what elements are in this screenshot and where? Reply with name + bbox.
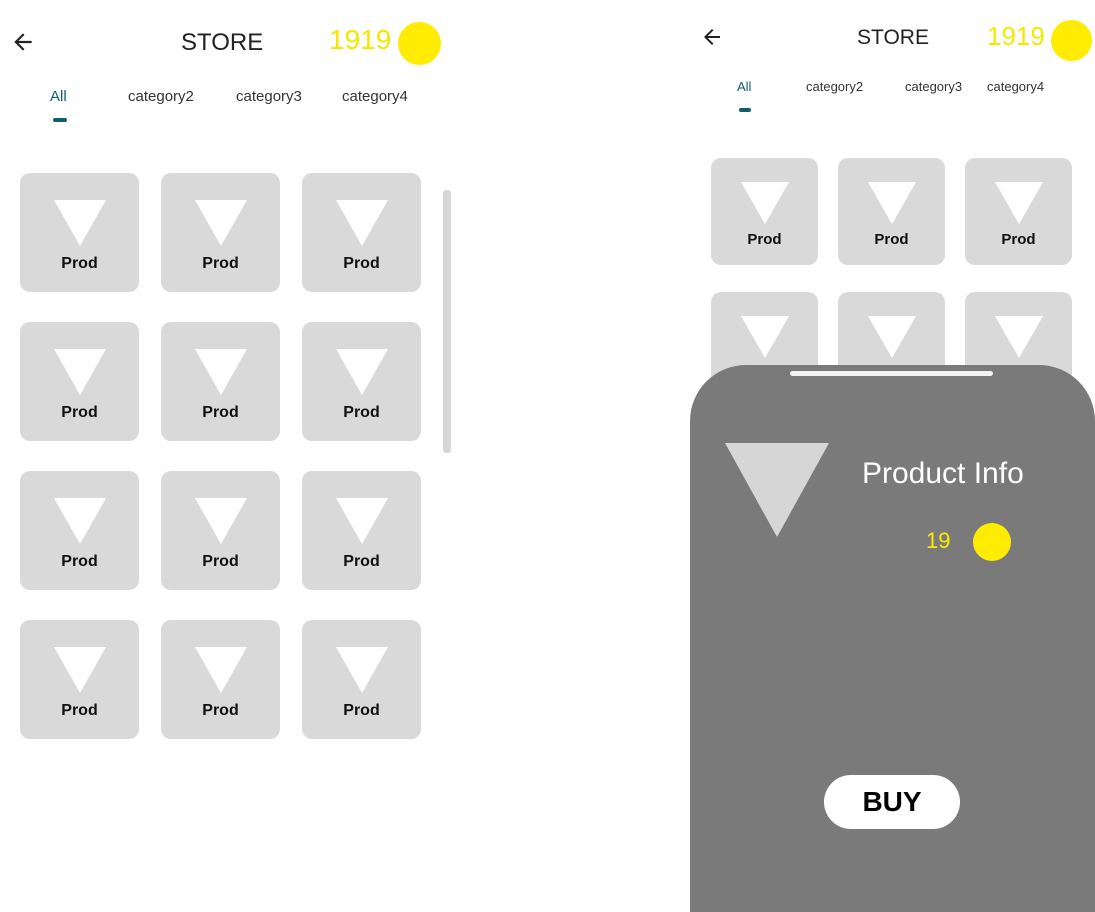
back-arrow-icon[interactable]	[700, 25, 724, 49]
tab-indicator	[739, 108, 751, 112]
product-card[interactable]: Prod	[302, 322, 421, 441]
triangle-down-icon	[194, 349, 247, 395]
scrollbar[interactable]	[443, 190, 451, 453]
triangle-down-icon	[994, 316, 1043, 358]
coin-icon	[973, 523, 1011, 561]
tab-category2[interactable]: category2	[128, 88, 194, 105]
product-label: Prod	[202, 553, 239, 570]
triangle-down-icon	[740, 316, 789, 358]
product-card[interactable]: Prod	[711, 158, 818, 265]
tab-category3[interactable]: category3	[905, 79, 962, 94]
product-label: Prod	[61, 255, 98, 272]
product-label: Prod	[343, 553, 380, 570]
back-arrow-icon[interactable]	[10, 29, 36, 55]
product-price: 19	[926, 528, 951, 553]
coin-balance: 1919	[329, 24, 392, 55]
product-card[interactable]: Prod	[965, 158, 1072, 265]
product-card[interactable]: Prod	[302, 173, 421, 292]
coin-icon	[1051, 20, 1092, 61]
product-card[interactable]: Prod	[161, 471, 280, 590]
triangle-down-icon	[994, 182, 1043, 224]
coin-balance: 1919	[987, 21, 1045, 51]
page-title: STORE	[857, 26, 929, 49]
product-card[interactable]: Prod	[161, 173, 280, 292]
page-title: STORE	[181, 29, 264, 56]
product-card[interactable]: Prod	[20, 173, 139, 292]
product-label: Prod	[747, 231, 782, 248]
product-card[interactable]: Prod	[302, 471, 421, 590]
triangle-down-icon	[867, 316, 916, 358]
product-card[interactable]: Prod	[20, 322, 139, 441]
triangle-down-icon	[335, 200, 388, 246]
product-label: Prod	[1001, 231, 1036, 248]
product-label: Prod	[61, 702, 98, 719]
product-card[interactable]: Prod	[161, 620, 280, 739]
product-info-sheet: Product Info 19 BUY	[690, 365, 1095, 912]
product-card[interactable]: Prod	[161, 322, 280, 441]
store-screen-with-sheet: STORE 1919 All category2 category3 category…	[690, 0, 1095, 912]
triangle-down-icon	[725, 443, 829, 537]
triangle-down-icon	[740, 182, 789, 224]
product-label: Prod	[874, 231, 909, 248]
product-label: Prod	[343, 404, 380, 421]
coin-icon	[398, 22, 441, 65]
triangle-down-icon	[53, 647, 106, 693]
product-label: Prod	[202, 702, 239, 719]
triangle-down-icon	[53, 200, 106, 246]
triangle-down-icon	[194, 498, 247, 544]
tab-all[interactable]: All	[50, 88, 67, 105]
triangle-down-icon	[335, 647, 388, 693]
triangle-down-icon	[194, 647, 247, 693]
triangle-down-icon	[867, 182, 916, 224]
store-screen: STORE 1919 All category2 category3 category…	[0, 0, 460, 912]
tab-category3[interactable]: category3	[236, 88, 302, 105]
product-card[interactable]: Prod	[302, 620, 421, 739]
product-label: Prod	[202, 404, 239, 421]
tab-indicator	[53, 118, 67, 122]
product-label: Prod	[343, 255, 380, 272]
product-card[interactable]: Prod	[20, 471, 139, 590]
product-label: Prod	[61, 404, 98, 421]
triangle-down-icon	[335, 349, 388, 395]
triangle-down-icon	[194, 200, 247, 246]
triangle-down-icon	[335, 498, 388, 544]
product-label: Prod	[202, 255, 239, 272]
triangle-down-icon	[53, 498, 106, 544]
triangle-down-icon	[53, 349, 106, 395]
sheet-drag-handle[interactable]	[790, 371, 993, 376]
tab-all[interactable]: All	[737, 79, 751, 94]
product-info-title: Product Info	[862, 457, 1024, 490]
tab-category2[interactable]: category2	[806, 79, 863, 94]
product-card[interactable]: Prod	[20, 620, 139, 739]
tab-category4[interactable]: category4	[987, 79, 1044, 94]
product-label: Prod	[343, 702, 380, 719]
product-card[interactable]: Prod	[838, 158, 945, 265]
product-label: Prod	[61, 553, 98, 570]
tab-category4[interactable]: category4	[342, 88, 408, 105]
buy-button[interactable]: BUY	[824, 775, 960, 829]
